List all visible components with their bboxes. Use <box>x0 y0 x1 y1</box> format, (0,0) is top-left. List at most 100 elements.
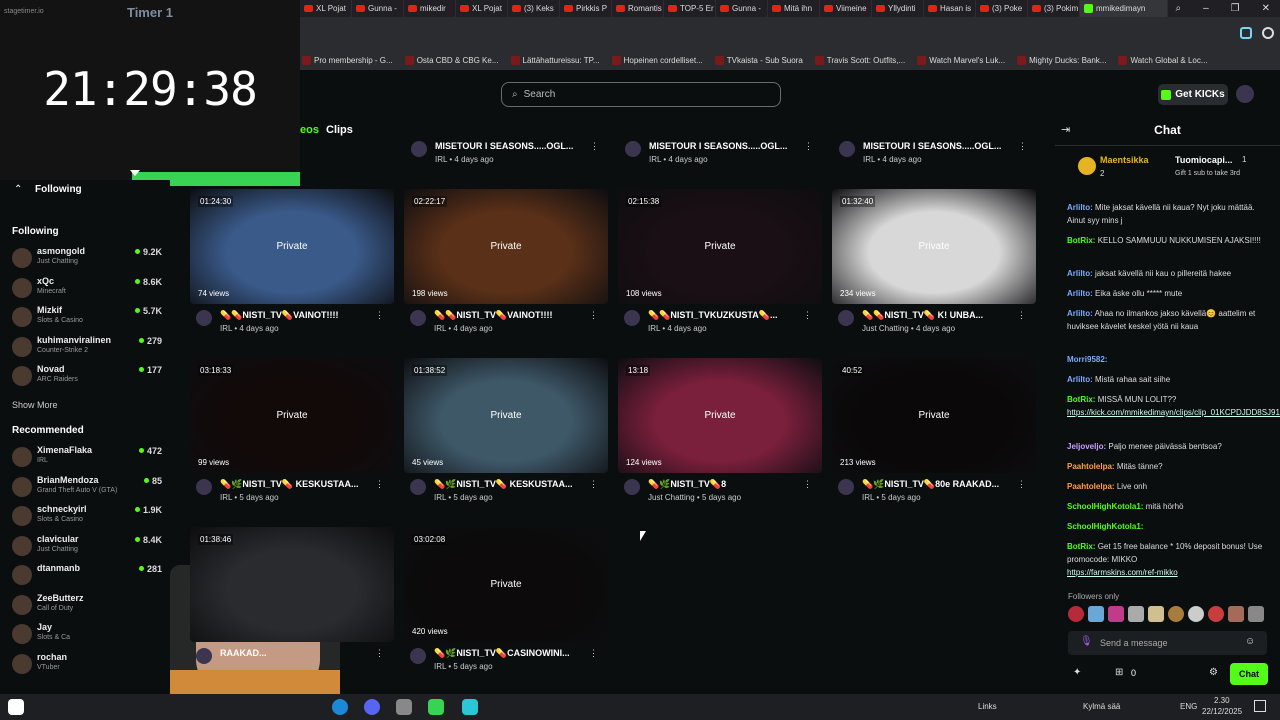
sidebar-channel[interactable]: rochan VTuber <box>12 650 162 678</box>
browser-tab[interactable]: TOP-5 Er <box>664 0 716 17</box>
chat-settings-icon[interactable]: ⚙ <box>1209 667 1218 678</box>
video-thumbnail[interactable]: 03:18:33 Private 99 views <box>190 358 394 473</box>
gift-icon[interactable]: ⊞ <box>1115 667 1123 678</box>
sidebar-channel[interactable]: ZeeButterz Call of Duty <box>12 591 162 619</box>
browser-tab[interactable]: Hasan is <box>924 0 976 17</box>
browser-tab[interactable]: Gunna - <box>352 0 404 17</box>
close-icon[interactable]: ✕ <box>1262 3 1270 14</box>
emote-icon[interactable] <box>1108 606 1124 622</box>
chat-link[interactable]: https://kick.com/mmikedimayn/clips/clip_… <box>1067 408 1280 417</box>
video-card[interactable]: MISETOUR I SEASONS.....OGL... IRL • 4 day… <box>619 20 823 175</box>
sidebar-channel[interactable]: xQc Minecraft 8.6K <box>12 274 162 302</box>
chat-username[interactable]: SchoolHighKotola1: <box>1067 522 1143 531</box>
video-card[interactable]: MISETOUR I SEASONS.....OGL... IRL • 4 day… <box>833 20 1037 175</box>
browser-tab[interactable]: Mitä ihn <box>768 0 820 17</box>
streaming-app-icon[interactable] <box>462 699 478 715</box>
more-options-icon[interactable]: ⋮ <box>375 310 384 321</box>
more-options-icon[interactable]: ⋮ <box>804 141 813 152</box>
search-icon[interactable]: ⌕ <box>1175 3 1181 14</box>
video-card[interactable]: 02:22:17 Private 198 views 💊💊NISTI_TV💊VAINO… <box>404 189 608 344</box>
video-thumbnail[interactable]: 01:38:46 <box>190 527 394 642</box>
sidebar-channel[interactable]: Jay Slots & Ca <box>12 620 162 648</box>
bookmark-item[interactable]: Pro membership - G... <box>302 56 393 65</box>
more-options-icon[interactable]: ⋮ <box>1018 141 1027 152</box>
emoji-icon[interactable]: ☺ <box>1245 636 1255 647</box>
following-toggle[interactable]: Following <box>35 184 82 195</box>
more-options-icon[interactable]: ⋮ <box>1017 310 1026 321</box>
more-options-icon[interactable]: ⋮ <box>1017 479 1026 490</box>
points-icon[interactable]: ✦ <box>1073 667 1081 678</box>
chat-username[interactable]: Arlilto: <box>1067 375 1093 384</box>
windows-start-icon[interactable] <box>8 699 24 715</box>
chat-username[interactable]: Jeljoveljo: <box>1067 442 1106 451</box>
chevron-up-icon[interactable]: ⌃ <box>14 184 22 195</box>
browser-tab[interactable]: (3) Poke <box>976 0 1028 17</box>
profile-icon[interactable] <box>1262 27 1274 39</box>
gift-user[interactable]: Tuomiocapi... <box>1175 155 1232 165</box>
microphone-icon[interactable]: 🎙 <box>1080 636 1093 647</box>
clock-date[interactable]: 22/12/2025 <box>1202 707 1242 716</box>
chat-link[interactable]: https://farmskins.com/ref-mikko <box>1067 568 1178 577</box>
browser-tab[interactable]: Yllydinti <box>872 0 924 17</box>
browser-tab[interactable]: mikedir <box>404 0 456 17</box>
more-options-icon[interactable]: ⋮ <box>803 479 812 490</box>
sidebar-channel[interactable]: schneckyirl Slots & Casino 1.9K <box>12 502 162 530</box>
chat-input[interactable]: Send a message <box>1068 631 1267 655</box>
more-options-icon[interactable]: ⋮ <box>589 479 598 490</box>
chat-username[interactable]: Arlilto: <box>1067 269 1093 278</box>
browser-tab[interactable]: Romantis <box>612 0 664 17</box>
video-thumbnail[interactable]: 40:52 Private 213 views <box>832 358 1036 473</box>
video-thumbnail[interactable]: 13:18 Private 124 views <box>618 358 822 473</box>
tab-clips[interactable]: Clips <box>326 124 353 136</box>
video-thumbnail[interactable]: 01:32:40 Private 234 views <box>832 189 1036 304</box>
emote-icon[interactable] <box>1188 606 1204 622</box>
sidebar-channel[interactable]: Mizkif Slots & Casino 5.7K <box>12 303 162 331</box>
browser-tab[interactable]: Viimeine <box>820 0 872 17</box>
chat-username[interactable]: Arlilto: <box>1067 203 1093 212</box>
browser-tab[interactable]: Pirkkis P <box>560 0 612 17</box>
emote-icon[interactable] <box>1068 606 1084 622</box>
video-card[interactable]: 01:38:52 Private 45 views 💊🌿NISTI_TV💊 KESKU… <box>404 358 608 513</box>
sidebar-channel[interactable]: Novad ARC Raiders 177 <box>12 362 162 390</box>
chat-username[interactable]: Paahtolelpa: <box>1067 462 1115 471</box>
emote-icon[interactable] <box>1148 606 1164 622</box>
sidebar-channel[interactable]: dtanmanb 281 <box>12 561 162 589</box>
kick-app-icon[interactable] <box>428 699 444 715</box>
emote-icon[interactable] <box>1208 606 1224 622</box>
video-card[interactable]: 40:52 Private 213 views 💊🌿NISTI_TV💊80e RAAK… <box>832 358 1036 513</box>
browser-tab[interactable]: XL Pojat <box>456 0 508 17</box>
video-card[interactable]: 02:15:38 Private 108 views 💊💊NISTI_TVKUZKUS… <box>618 189 822 344</box>
links-toolbar[interactable]: Links <box>978 702 997 711</box>
browser-tab[interactable]: (3) Keks <box>508 0 560 17</box>
video-thumbnail[interactable]: 01:38:52 Private 45 views <box>404 358 608 473</box>
tab-videos[interactable]: eos <box>300 124 319 136</box>
video-thumbnail[interactable]: 02:15:38 Private 108 views <box>618 189 822 304</box>
emote-icon[interactable] <box>1088 606 1104 622</box>
video-card[interactable]: 01:38:46 RAAKAD... ⋮ <box>190 527 394 682</box>
bookmark-item[interactable]: Watch Global & Loc... <box>1118 56 1208 65</box>
clock-time[interactable]: 2.30 <box>1214 696 1230 705</box>
chat-username[interactable]: BotRix: <box>1067 236 1095 245</box>
browser-tab[interactable]: XL Pojat <box>300 0 352 17</box>
video-card[interactable]: MISETOUR I SEASONS.....OGL... IRL • 4 day… <box>405 20 609 175</box>
more-options-icon[interactable]: ⋮ <box>375 479 384 490</box>
sidebar-channel[interactable]: XimenaFlaka IRL 472 <box>12 443 162 471</box>
more-options-icon[interactable]: ⋮ <box>589 648 598 659</box>
sidebar-channel[interactable]: BrianMendoza Grand Theft Auto V (GTA) 85 <box>12 473 162 501</box>
video-card[interactable]: 01:24:30 Private 74 views 💊💊NISTI_TV💊VAINOT… <box>190 189 394 344</box>
video-card[interactable]: 03:02:08 Private 420 views 💊🌿NISTI_TV💊CASIN… <box>404 527 608 682</box>
emote-icon[interactable] <box>1168 606 1184 622</box>
video-thumbnail[interactable]: 01:24:30 Private 74 views <box>190 189 394 304</box>
restore-icon[interactable]: ❐ <box>1231 3 1240 14</box>
sidebar-channel[interactable]: kuhimanviralinen Counter-Strike 2 279 <box>12 333 162 361</box>
more-options-icon[interactable]: ⋮ <box>375 648 384 659</box>
video-card[interactable]: 13:18 Private 124 views 💊🌿NISTI_TV💊8 Just Ch… <box>618 358 822 513</box>
video-card[interactable]: 01:32:40 Private 234 views 💊💊NISTI_TV💊 K! U… <box>832 189 1036 344</box>
chat-username[interactable]: Morri9582: <box>1067 355 1107 364</box>
edge-icon[interactable] <box>332 699 348 715</box>
video-thumbnail[interactable]: 03:02:08 Private 420 views <box>404 527 608 642</box>
send-chat-button[interactable]: Chat <box>1230 663 1268 685</box>
extension-icon[interactable] <box>1240 27 1252 39</box>
more-options-icon[interactable]: ⋮ <box>589 310 598 321</box>
minimize-icon[interactable]: – <box>1203 3 1209 14</box>
